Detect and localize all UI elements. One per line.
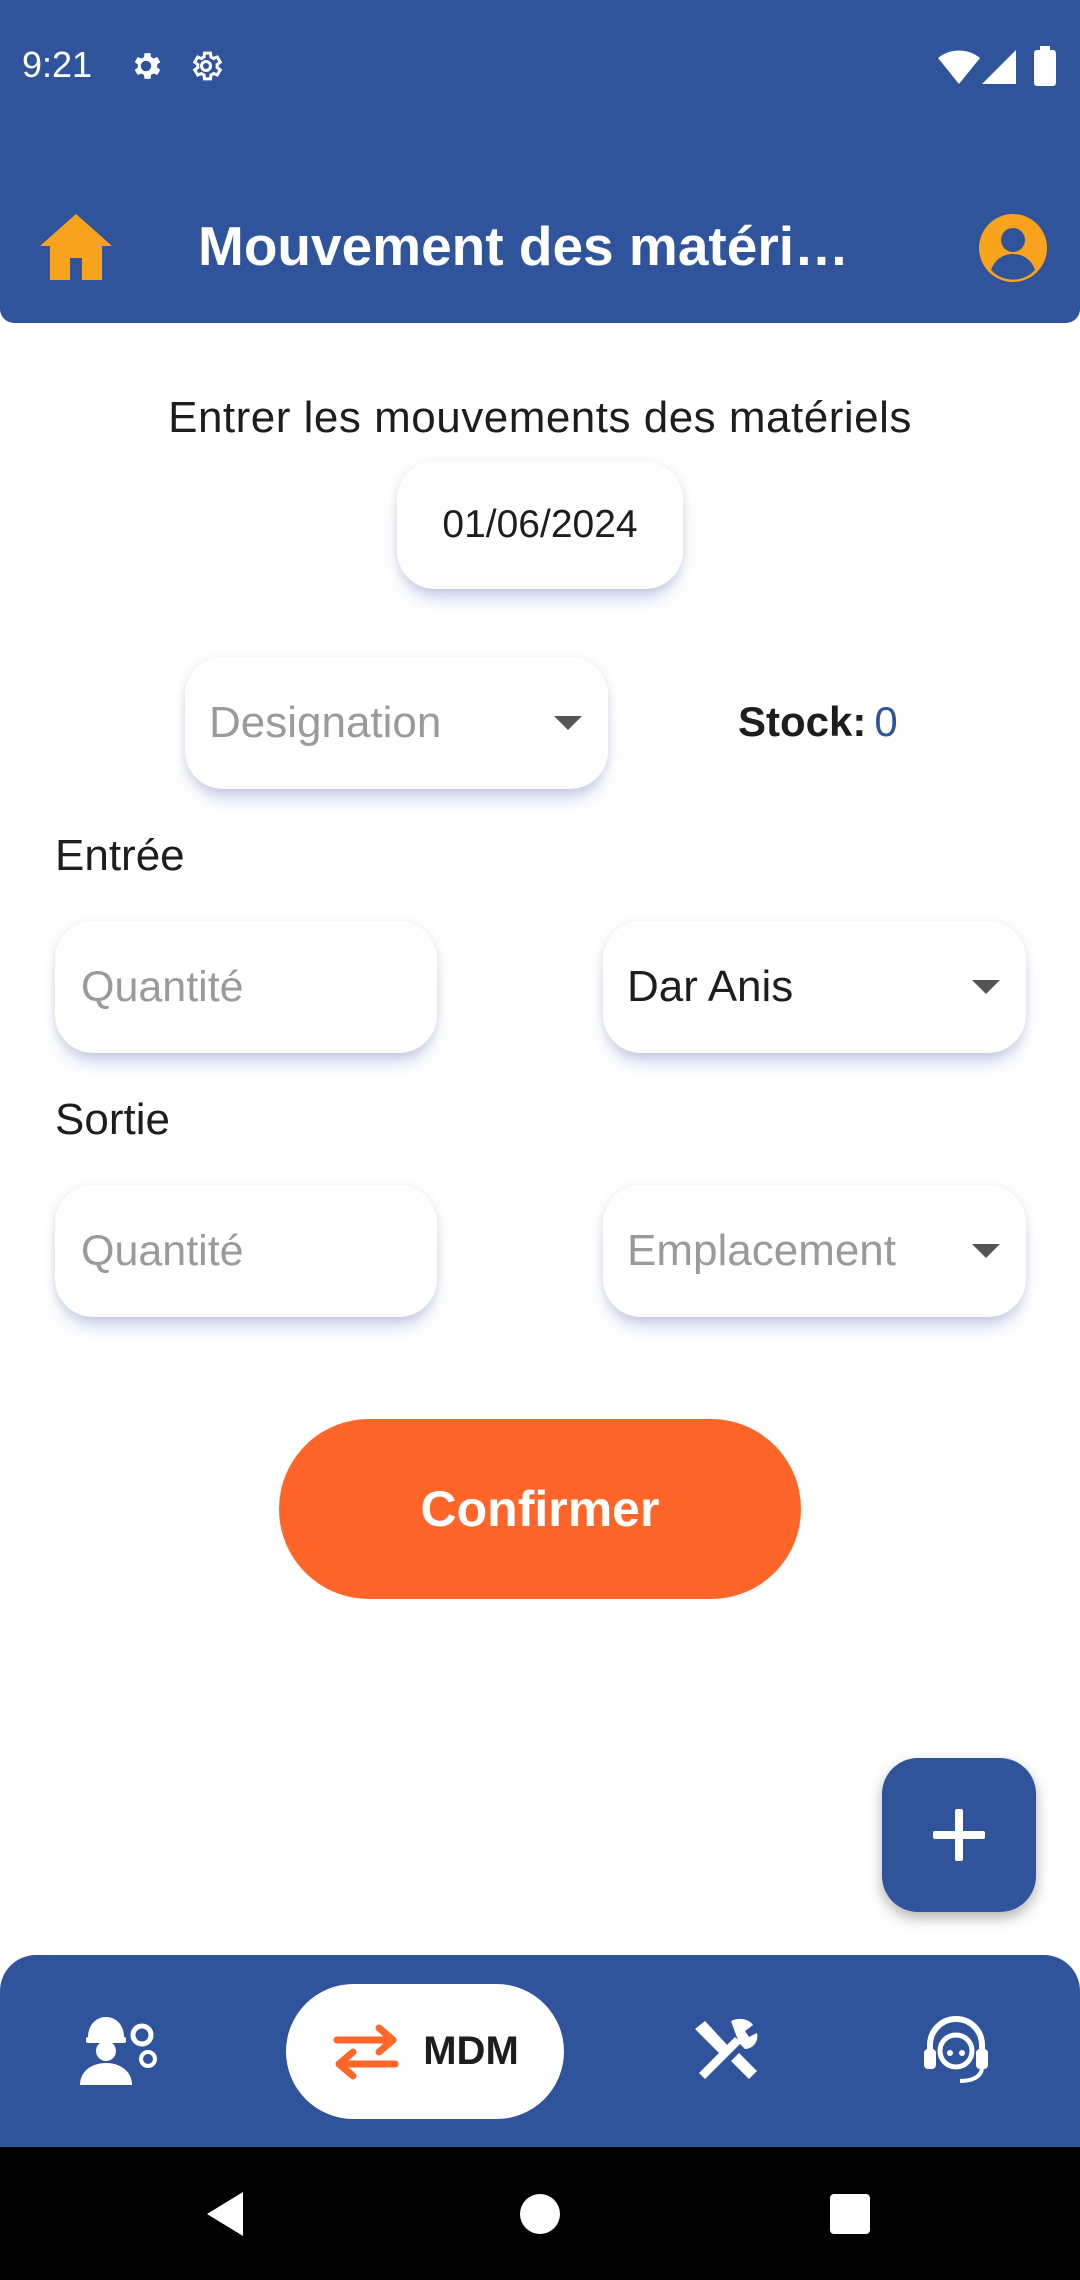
stock-indicator: Stock: 0 [738, 698, 898, 746]
settings-outline-icon [188, 48, 224, 89]
stock-value: 0 [874, 698, 898, 745]
nav-item-mdm-label: MDM [423, 2029, 519, 2073]
status-time: 9:21 [22, 44, 93, 85]
entree-location-value: Dar Anis [627, 962, 794, 1011]
battery-icon [1034, 46, 1056, 91]
worker-settings-icon [80, 2017, 157, 2085]
page-title: Mouvement des matéri… [198, 215, 850, 277]
system-navigation-bar [0, 2147, 1080, 2280]
support-agent-icon [924, 2016, 988, 2083]
plus-icon [933, 1809, 985, 1861]
gear-icon [128, 48, 164, 89]
sortie-quantity-input[interactable] [79, 1225, 437, 1277]
entree-quantity-field[interactable] [55, 921, 437, 1053]
sortie-label: Sortie [55, 1095, 170, 1144]
nav-item-support[interactable] [916, 2010, 996, 2090]
back-icon[interactable] [155, 2147, 295, 2280]
designation-placeholder: Designation [209, 698, 442, 747]
screen: 9:21 Mouvement des matéri… Entrer les mo… [0, 0, 1080, 2280]
chevron-down-icon [972, 980, 1000, 994]
form-heading: Entrer les mouvements des matériels [168, 393, 912, 442]
recents-square-icon[interactable] [780, 2147, 920, 2280]
date-picker[interactable]: 01/06/2024 [397, 461, 683, 589]
account-circle-icon[interactable] [977, 212, 1049, 284]
chevron-down-icon [972, 1244, 1000, 1258]
designation-dropdown[interactable]: Designation [185, 657, 608, 789]
bottom-navigation: MDM [0, 1955, 1080, 2147]
home-circle-icon[interactable] [470, 2147, 610, 2280]
add-fab-button[interactable] [882, 1758, 1036, 1912]
chevron-down-icon [554, 716, 582, 730]
entree-label: Entrée [55, 831, 185, 880]
home-icon[interactable] [38, 212, 114, 282]
signal-icon [982, 50, 1016, 89]
wifi-icon [938, 50, 980, 89]
confirm-button[interactable]: Confirmer [279, 1419, 801, 1599]
nav-item-workers[interactable] [72, 2010, 168, 2090]
entree-quantity-input[interactable] [79, 961, 437, 1013]
nav-item-tools[interactable] [686, 2010, 766, 2090]
tools-icon [695, 2018, 758, 2079]
sortie-quantity-field[interactable] [55, 1185, 437, 1317]
app-header: 9:21 Mouvement des matéri… [0, 0, 1080, 323]
stock-label: Stock: [738, 698, 867, 745]
entree-location-dropdown[interactable]: Dar Anis [603, 921, 1026, 1053]
swap-arrows-icon [333, 2024, 399, 2079]
nav-item-mdm[interactable]: MDM [286, 1984, 564, 2119]
sortie-location-placeholder: Emplacement [627, 1226, 897, 1275]
sortie-location-dropdown[interactable]: Emplacement [603, 1185, 1026, 1317]
